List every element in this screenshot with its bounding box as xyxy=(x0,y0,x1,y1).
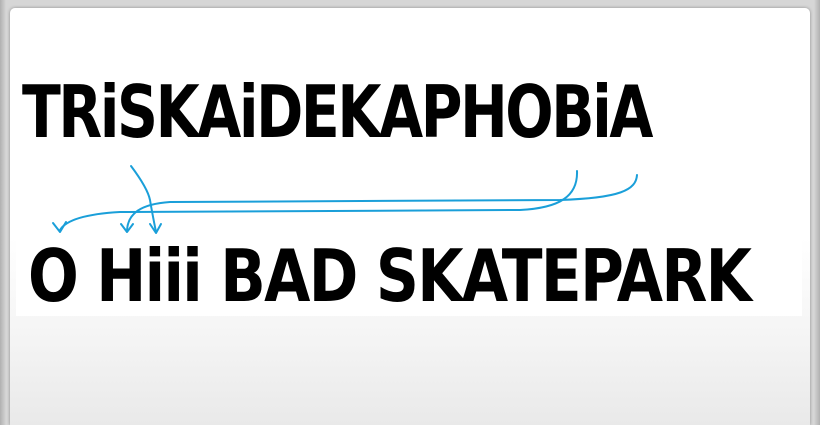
anagram-phrase: O Hiii BAD SKATEPARK xyxy=(28,234,752,318)
anagram-word: TRiSKAiDEKAPHOBiA xyxy=(22,70,653,154)
frame: TRiSKAiDEKAPHOBiA O Hiii BAD SKATEPARK xyxy=(0,0,820,425)
